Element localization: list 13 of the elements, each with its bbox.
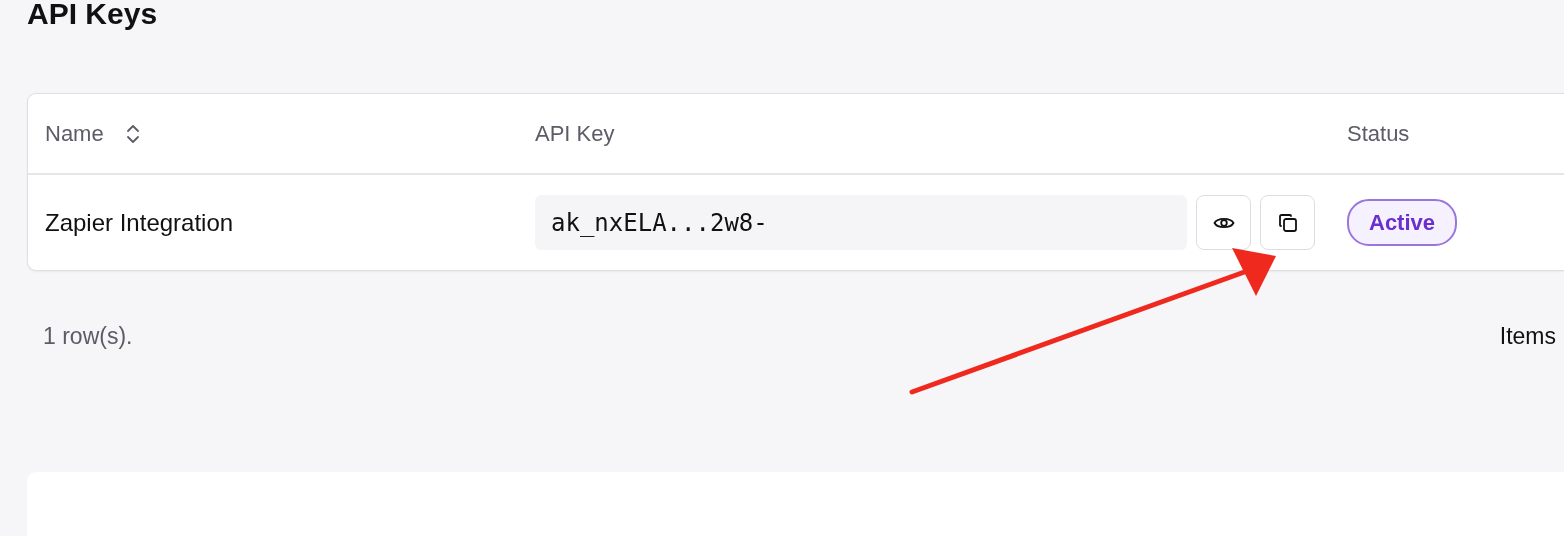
items-label: Items: [1499, 322, 1556, 351]
column-header: API Key: [535, 120, 615, 148]
column-header[interactable]: Name: [45, 117, 140, 150]
show-key-button[interactable]: [1196, 195, 1251, 250]
column-header: Status: [1347, 120, 1410, 148]
status-badge: Active: [1347, 199, 1458, 246]
row-count: 1 row(s).: [42, 322, 133, 351]
key-name: Zapier Integration: [45, 207, 234, 238]
api-key-field: ak_nxELA...2w8-: [535, 195, 1187, 250]
sort-icon[interactable]: [125, 122, 140, 145]
copy-button[interactable]: [1260, 195, 1315, 250]
page-title: API Keys: [27, 0, 158, 30]
copy-icon: [1276, 211, 1299, 234]
